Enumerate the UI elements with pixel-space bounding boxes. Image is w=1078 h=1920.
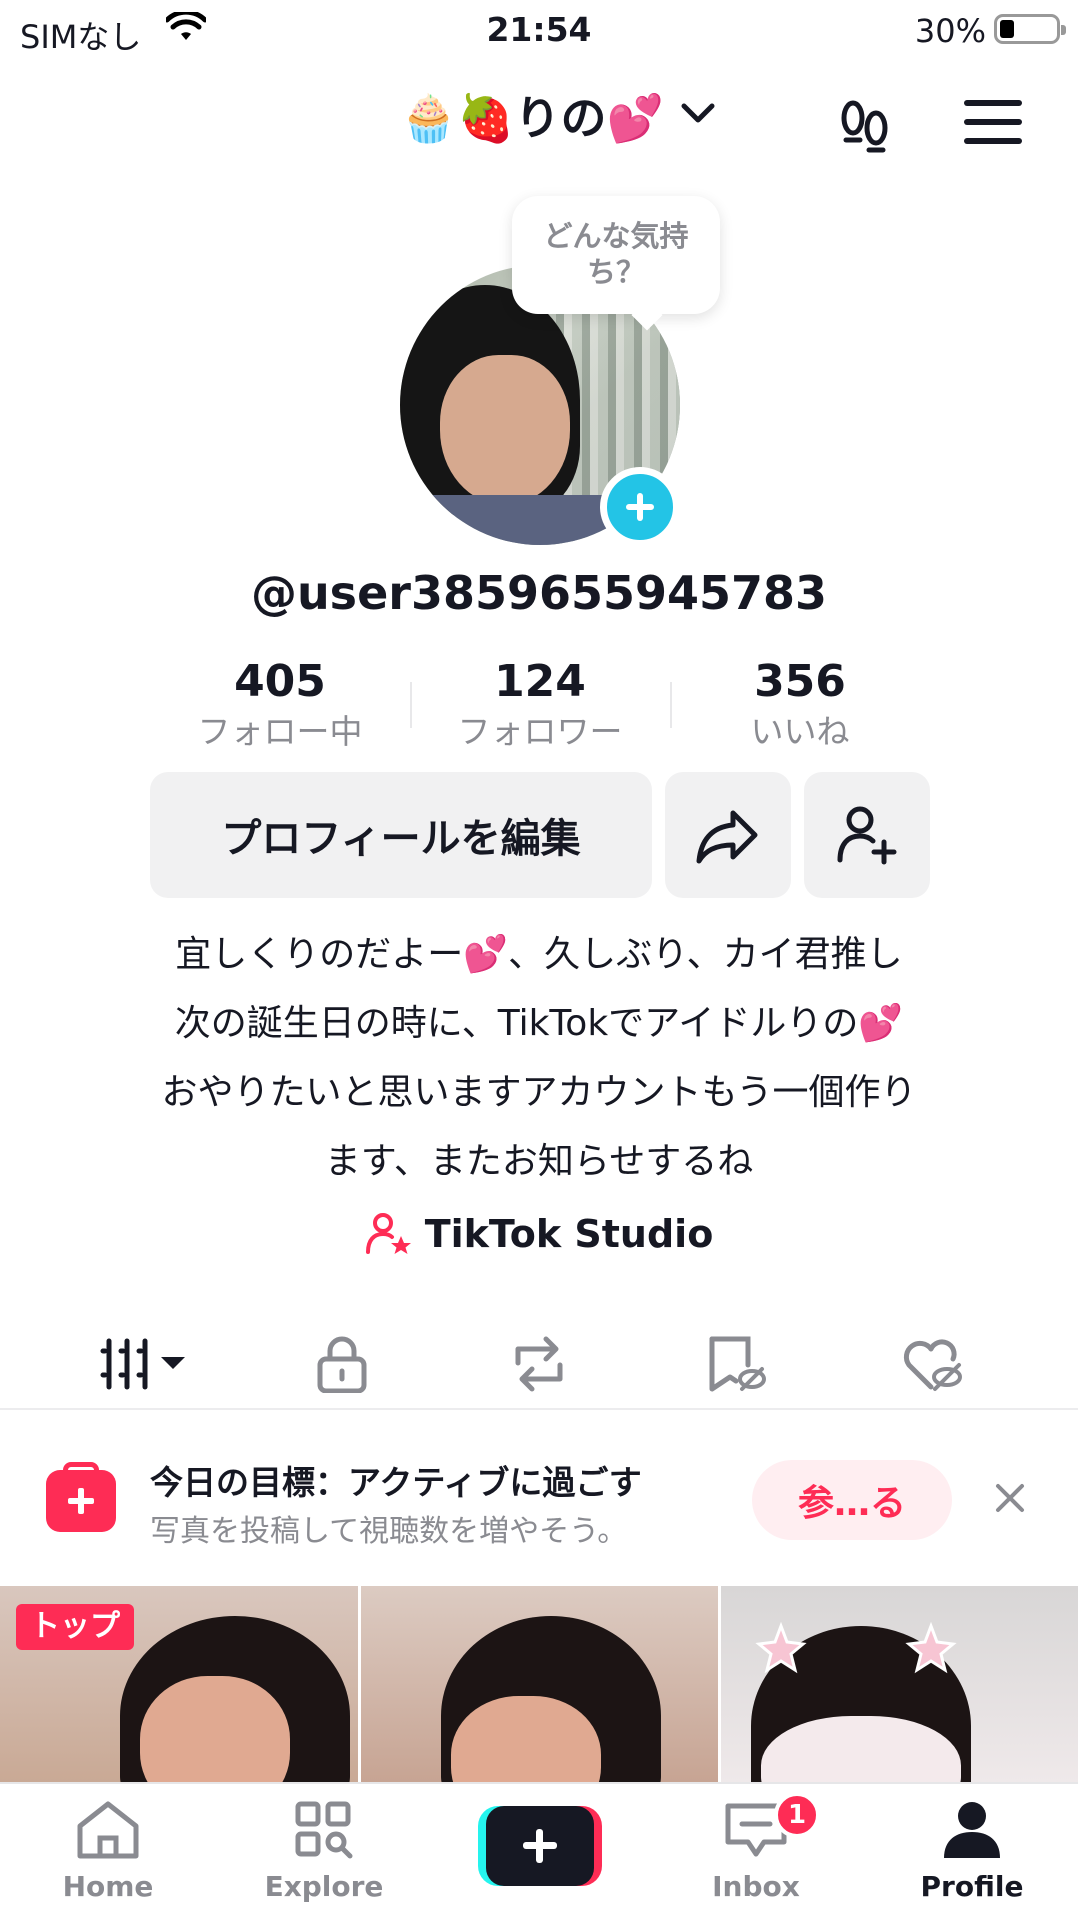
share-icon bbox=[696, 810, 758, 864]
bio-line: 次の誕生日の時に、TikTokでアイドルりの💕 bbox=[174, 1003, 904, 1044]
stat-label: フォロー中 bbox=[197, 712, 363, 751]
profile-bio: 宜しくりのだよー💕、久しぶり、カイ君推し 次の誕生日の時に、TikTokでアイド… bbox=[60, 920, 1018, 1196]
stat-value: 124 bbox=[494, 656, 586, 707]
top-badge: トップ bbox=[16, 1604, 134, 1650]
bio-line: おやりたいと思いますアカウントもう一個作り bbox=[161, 1072, 917, 1113]
add-friend-button[interactable] bbox=[804, 772, 930, 898]
stat-followers[interactable]: 124 フォロワー bbox=[410, 654, 670, 764]
tab-private[interactable] bbox=[272, 1324, 412, 1404]
saved-icon bbox=[709, 1336, 766, 1392]
studio-icon bbox=[365, 1213, 411, 1254]
mood-bubble-text: どんな気持ち？ bbox=[543, 219, 689, 289]
daily-goal-banner: 今日の目標：アクティブに過ごす 写真を投稿して視聴数を増やそう。 参…る bbox=[0, 1412, 1078, 1586]
home-icon bbox=[77, 1801, 139, 1859]
profile-stats: 405 フォロー中 124 フォロワー 356 いいね bbox=[150, 654, 930, 764]
stat-likes[interactable]: 356 いいね bbox=[670, 654, 930, 764]
battery-icon bbox=[994, 14, 1066, 44]
share-profile-button[interactable] bbox=[665, 772, 791, 898]
stat-label: いいね bbox=[750, 712, 850, 751]
bottom-tab-bar: Home Explore Inbox 1 Profile bbox=[0, 1782, 1078, 1920]
nav-home-label: Home bbox=[62, 1870, 154, 1903]
stat-value: 356 bbox=[754, 656, 846, 707]
nav-inbox[interactable]: Inbox 1 bbox=[666, 1792, 846, 1903]
stat-label: フォロワー bbox=[457, 712, 623, 751]
video-thumbnail[interactable] bbox=[361, 1586, 718, 1782]
explore-icon bbox=[295, 1801, 353, 1859]
create-button[interactable] bbox=[478, 1806, 602, 1886]
profile-icon bbox=[944, 1802, 1000, 1858]
goal-icon bbox=[46, 1470, 116, 1532]
close-icon[interactable] bbox=[990, 1478, 1030, 1522]
plus-icon bbox=[486, 1806, 594, 1886]
nav-profile-label: Profile bbox=[920, 1870, 1024, 1903]
tab-reposts[interactable] bbox=[469, 1324, 609, 1404]
liked-icon bbox=[903, 1339, 962, 1391]
bio-line: ます、またお知らせするね bbox=[324, 1141, 754, 1182]
tab-liked[interactable] bbox=[863, 1324, 1003, 1404]
content-tabs bbox=[0, 1310, 1078, 1418]
goal-title: 今日の目標：アクティブに過ごす bbox=[150, 1463, 642, 1502]
lock-icon bbox=[317, 1336, 367, 1393]
username: @user3859655945783 bbox=[250, 566, 828, 620]
tiktok-studio-link[interactable]: TikTok Studio bbox=[0, 1212, 1078, 1256]
repost-icon bbox=[515, 1336, 563, 1392]
grid-icon bbox=[100, 1338, 185, 1390]
add-avatar-button[interactable] bbox=[600, 467, 680, 547]
edit-profile-button[interactable]: プロフィールを編集 bbox=[150, 772, 652, 898]
video-grid: トップ bbox=[0, 1586, 1078, 1782]
profile-header: 🧁🍓りの💕 bbox=[0, 70, 1078, 170]
status-bar: SIMなし 21:54 30% bbox=[0, 0, 1078, 60]
tab-videos[interactable] bbox=[75, 1324, 215, 1418]
stat-following[interactable]: 405 フォロー中 bbox=[150, 654, 410, 764]
nav-explore[interactable]: Explore bbox=[234, 1798, 414, 1903]
add-friend-icon bbox=[837, 806, 897, 865]
mood-bubble[interactable]: どんな気持ち？ bbox=[512, 196, 720, 314]
tab-saved[interactable] bbox=[666, 1324, 806, 1404]
video-thumbnail[interactable]: トップ bbox=[0, 1586, 358, 1782]
stat-value: 405 bbox=[234, 656, 326, 707]
battery-percent: 30% bbox=[914, 12, 986, 50]
chevron-down-icon bbox=[678, 98, 718, 132]
menu-icon[interactable] bbox=[964, 100, 1022, 157]
inbox-badge: 1 bbox=[774, 1792, 820, 1838]
nav-inbox-label: Inbox bbox=[712, 1870, 800, 1903]
sticker-stars bbox=[755, 1621, 957, 1674]
studio-label: TikTok Studio bbox=[424, 1212, 714, 1256]
account-switcher[interactable]: 🧁🍓りの💕 bbox=[400, 82, 718, 148]
account-name: 🧁🍓りの💕 bbox=[400, 91, 664, 145]
video-thumbnail[interactable] bbox=[721, 1586, 1078, 1782]
bio-line: 宜しくりのだよー💕、久しぶり、カイ君推し bbox=[175, 934, 903, 975]
join-button[interactable]: 参…る bbox=[752, 1460, 952, 1540]
nav-home[interactable]: Home bbox=[18, 1798, 198, 1903]
footprints-icon[interactable] bbox=[836, 96, 896, 160]
nav-profile[interactable]: Profile bbox=[882, 1798, 1062, 1903]
goal-subtitle: 写真を投稿して視聴数を増やそう。 bbox=[150, 1514, 628, 1549]
nav-explore-label: Explore bbox=[264, 1870, 384, 1903]
